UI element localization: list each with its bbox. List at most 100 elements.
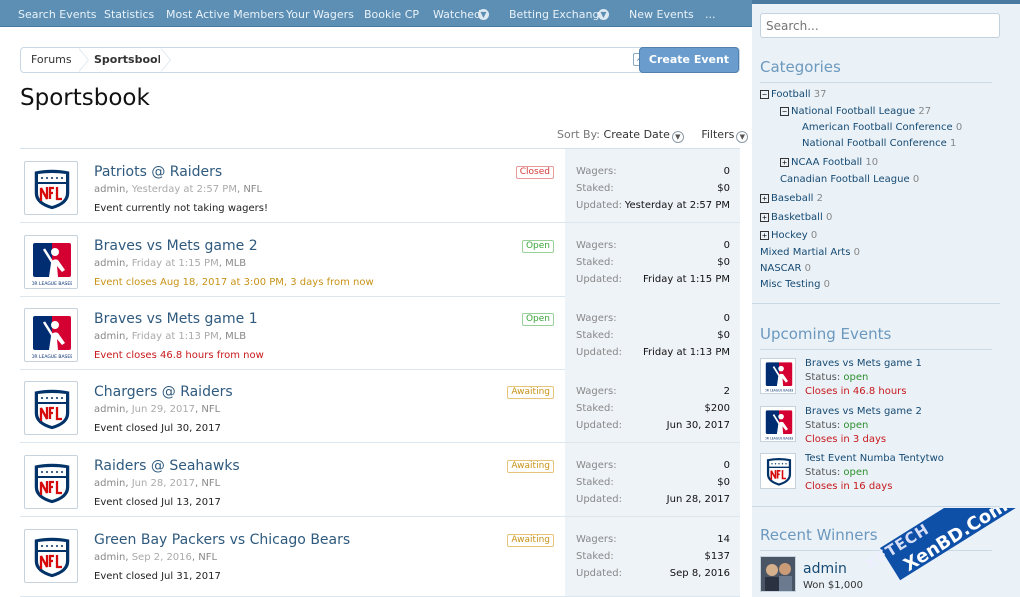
category-label[interactable]: NASCAR <box>760 263 801 274</box>
event-row[interactable]: Patriots @ Raiders admin, Yesterday at 2:… <box>20 149 740 223</box>
event-status: Event currently not taking wagers! <box>94 203 268 214</box>
category-label[interactable]: Basketball <box>771 212 823 223</box>
event-league[interactable]: NFL <box>198 552 217 563</box>
event-title[interactable]: Green Bay Packers vs Chicago Bears <box>94 532 350 548</box>
event-row[interactable]: Chargers @ Raiders admin, Jun 29, 2017, N… <box>20 369 740 443</box>
upcoming-title[interactable]: Braves vs Mets game 2 <box>805 406 922 417</box>
chevron-down-icon[interactable]: ▼ <box>736 131 749 143</box>
event-row[interactable]: MAJOR LEAGUE BASEBALL Braves vs Mets game… <box>20 223 740 297</box>
event-author[interactable]: admin <box>94 184 125 195</box>
expand-icon[interactable]: + <box>760 231 769 240</box>
event-author[interactable]: admin <box>94 478 125 489</box>
event-author[interactable]: admin <box>94 331 125 342</box>
stat-label-staked: Staked: <box>576 330 614 341</box>
upcoming-status: Status: open <box>805 467 868 478</box>
event-stats: Wagers: 14 Staked: $137 Updated: Sep 8, 2016 <box>565 517 740 596</box>
category-label[interactable]: Hockey <box>771 230 808 241</box>
category-item[interactable]: NASCAR 0 <box>760 263 811 274</box>
nfl-logo-icon[interactable] <box>760 453 796 489</box>
nav-item-5[interactable]: Watched <box>433 0 481 27</box>
nfl-logo-icon[interactable] <box>24 161 78 215</box>
category-label[interactable]: Misc Testing <box>760 279 820 290</box>
expand-icon[interactable]: + <box>760 194 769 203</box>
expand-icon[interactable]: + <box>760 213 769 222</box>
avatar[interactable] <box>760 556 796 592</box>
event-title[interactable]: Braves vs Mets game 1 <box>94 311 258 327</box>
event-league[interactable]: MLB <box>225 258 246 269</box>
chevron-down-icon[interactable]: ▼ <box>671 131 684 143</box>
nfl-logo-icon[interactable] <box>24 381 78 435</box>
expand-icon[interactable]: + <box>780 158 789 167</box>
event-league[interactable]: NFL <box>201 478 220 489</box>
mlb-logo-icon[interactable]: MAJOR LEAGUE BASEBALL <box>760 358 796 394</box>
collapse-icon[interactable]: − <box>760 90 769 99</box>
nfl-logo-icon[interactable] <box>24 455 78 509</box>
category-label[interactable]: National Football League <box>791 106 915 117</box>
category-item[interactable]: + Hockey 0 <box>760 230 817 241</box>
event-date: Jun 28, 2017 <box>131 478 196 489</box>
nav-item-2[interactable]: Most Active Members <box>166 0 284 27</box>
chevron-down-icon[interactable]: ▼ <box>476 0 489 27</box>
category-item[interactable]: + NCAA Football 10 <box>780 157 878 168</box>
event-author[interactable]: admin <box>94 258 125 269</box>
upcoming-event[interactable]: Test Event Numba Tentytwo Status: open Clo… <box>760 453 1000 497</box>
chevron-down-icon[interactable]: ▼ <box>596 0 609 27</box>
event-title[interactable]: Patriots @ Raiders <box>94 164 222 180</box>
event-date: Jun 29, 2017 <box>131 404 196 415</box>
collapse-icon[interactable]: − <box>780 107 789 116</box>
filters-button[interactable]: Filters <box>701 128 734 141</box>
category-item[interactable]: American Football Conference 0 <box>802 122 962 133</box>
nav-item-6[interactable]: Betting Exchange <box>509 0 606 27</box>
nav-item-7[interactable]: New Events <box>629 0 694 27</box>
category-count: 0 <box>853 247 860 258</box>
nav-item-3[interactable]: Your Wagers <box>286 0 354 27</box>
category-label[interactable]: NCAA Football <box>791 157 862 168</box>
event-row[interactable]: MAJOR LEAGUE BASEBALL Braves vs Mets game… <box>20 296 740 370</box>
sort-select[interactable]: Create Date <box>604 128 670 141</box>
event-league[interactable]: NFL <box>243 184 262 195</box>
mlb-logo-icon[interactable]: MAJOR LEAGUE BASEBALL <box>24 235 78 289</box>
upcoming-title[interactable]: Braves vs Mets game 1 <box>805 358 922 369</box>
category-item[interactable]: + Basketball 0 <box>760 212 832 223</box>
category-item[interactable]: National Football Conference 1 <box>802 138 956 149</box>
nfl-logo-icon[interactable] <box>24 529 78 583</box>
mlb-logo-icon[interactable]: MAJOR LEAGUE BASEBALL <box>24 308 78 362</box>
category-label[interactable]: Football <box>771 89 811 100</box>
breadcrumb-sportsbook[interactable]: Sportsbook <box>94 48 165 72</box>
category-item[interactable]: Misc Testing 0 <box>760 279 830 290</box>
event-title[interactable]: Braves vs Mets game 2 <box>94 238 258 254</box>
winner-name[interactable]: admin <box>803 561 847 577</box>
event-author[interactable]: admin <box>94 552 125 563</box>
upcoming-event[interactable]: MAJOR LEAGUE BASEBALL Braves vs Mets game… <box>760 406 1000 450</box>
category-item[interactable]: Mixed Martial Arts 0 <box>760 247 860 258</box>
event-league[interactable]: NFL <box>201 404 220 415</box>
create-event-button[interactable]: Create Event <box>639 47 739 73</box>
nav-item-0[interactable]: Search Events <box>18 0 97 27</box>
search-input[interactable] <box>760 13 1000 38</box>
event-league[interactable]: MLB <box>225 331 246 342</box>
event-title[interactable]: Raiders @ Seahawks <box>94 458 240 474</box>
upcoming-event[interactable]: MAJOR LEAGUE BASEBALL Braves vs Mets game… <box>760 358 1000 402</box>
category-item[interactable]: Canadian Football League 0 <box>780 174 919 185</box>
category-label[interactable]: National Football Conference <box>802 138 947 149</box>
category-label[interactable]: American Football Conference <box>802 122 953 133</box>
svg-text:MAJOR LEAGUE BASEBALL: MAJOR LEAGUE BASEBALL <box>32 281 72 287</box>
category-item[interactable]: + Baseball 2 <box>760 193 823 204</box>
event-author[interactable]: admin <box>94 404 125 415</box>
event-title[interactable]: Chargers @ Raiders <box>94 384 233 400</box>
category-label[interactable]: Mixed Martial Arts <box>760 247 850 258</box>
upcoming-title[interactable]: Test Event Numba Tentytwo <box>805 453 944 464</box>
nav-item-8[interactable]: ... <box>705 0 716 27</box>
nav-item-1[interactable]: Statistics <box>104 0 154 27</box>
category-item[interactable]: − Football 37 <box>760 89 827 100</box>
breadcrumb-forums[interactable]: Forums <box>31 48 72 72</box>
event-row[interactable]: Raiders @ Seahawks admin, Jun 28, 2017, N… <box>20 443 740 517</box>
category-item[interactable]: − National Football League 27 <box>780 106 931 117</box>
stat-label-staked: Staked: <box>576 183 614 194</box>
category-label[interactable]: Baseball <box>771 193 813 204</box>
mlb-logo-icon[interactable]: MAJOR LEAGUE BASEBALL <box>760 406 796 442</box>
event-row[interactable]: Green Bay Packers vs Chicago Bears admin,… <box>20 517 740 597</box>
nav-item-4[interactable]: Bookie CP <box>364 0 419 27</box>
event-date: Friday at 1:15 PM <box>131 258 219 269</box>
category-label[interactable]: Canadian Football League <box>780 174 910 185</box>
